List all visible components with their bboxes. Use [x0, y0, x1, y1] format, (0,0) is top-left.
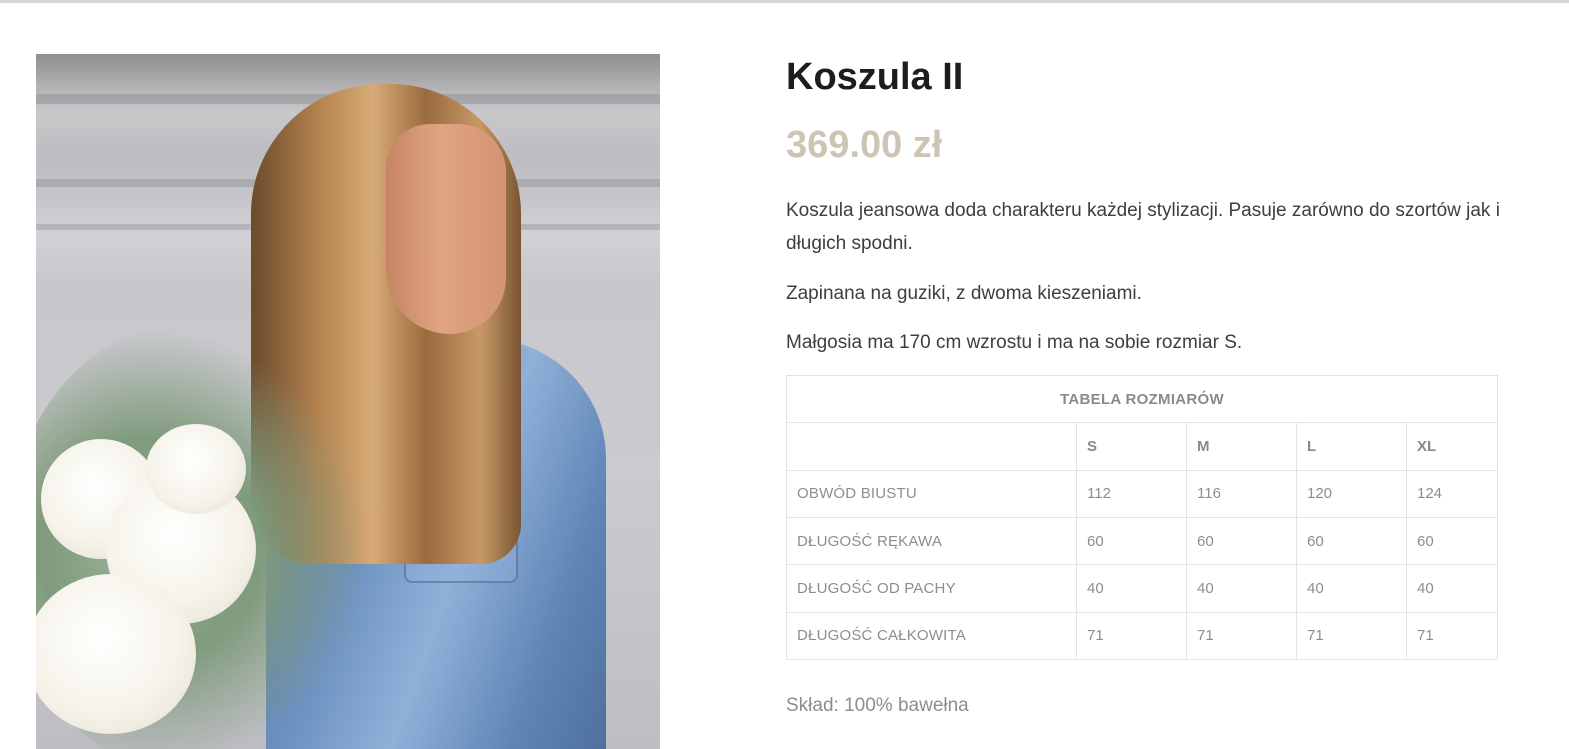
flower-shape [146, 424, 246, 514]
cell-value: 71 [1296, 611, 1407, 661]
row-label-sleeve: DŁUGOŚĆ RĘKAWA [786, 516, 1077, 566]
product-price: 369.00 zł [786, 124, 943, 166]
table-row: OBWÓD BIUSTU 112 116 120 124 [786, 469, 1499, 518]
cell-value: 116 [1186, 469, 1297, 518]
cell-value: 71 [1076, 611, 1187, 661]
size-header-m: M [1186, 422, 1297, 471]
top-divider [0, 0, 1569, 3]
face-shape [386, 124, 506, 334]
size-header-xl: XL [1405, 422, 1499, 471]
cell-value: 120 [1296, 469, 1407, 518]
product-description: Koszula jeansowa doda charakteru każdej … [786, 200, 1500, 254]
cell-value: 60 [1186, 516, 1297, 566]
size-header-empty [786, 422, 1077, 471]
row-label-total-length: DŁUGOŚĆ CAŁKOWITA [786, 611, 1077, 661]
product-title: Koszula II [786, 56, 964, 98]
row-label-bust: OBWÓD BIUSTU [786, 469, 1077, 518]
cell-value: 124 [1405, 469, 1499, 518]
size-table: TABELA ROZMIARÓW S M L XL OBWÓD BIUSTU 1… [785, 374, 1499, 661]
size-header-s: S [1076, 422, 1187, 471]
cell-value: 60 [1296, 516, 1407, 566]
cell-value: 40 [1405, 564, 1499, 613]
cell-value: 60 [1405, 516, 1499, 566]
table-row: DŁUGOŚĆ CAŁKOWITA 71 71 71 71 [786, 611, 1499, 661]
cell-value: 112 [1076, 469, 1187, 518]
cell-value: 40 [1296, 564, 1407, 613]
row-label-armpit: DŁUGOŚĆ OD PACHY [786, 564, 1077, 613]
table-row: DŁUGOŚĆ OD PACHY 40 40 40 40 [786, 564, 1499, 613]
cell-value: 71 [1405, 611, 1499, 661]
cell-value: 40 [1186, 564, 1297, 613]
cell-value: 40 [1076, 564, 1187, 613]
cell-value: 71 [1186, 611, 1297, 661]
product-closure-info: Zapinana na guziki, z dwoma kieszeniami. [786, 283, 1142, 304]
cell-value: 60 [1076, 516, 1187, 566]
model-size-info: Małgosia ma 170 cm wzrostu i ma na sobie… [786, 332, 1243, 353]
product-composition: Skład: 100% bawełna [786, 695, 969, 716]
size-header-row: S M L XL [786, 422, 1499, 471]
size-header-l: L [1296, 422, 1407, 471]
product-photo[interactable] [36, 54, 660, 749]
size-table-caption: TABELA ROZMIARÓW [785, 374, 1499, 424]
table-row: DŁUGOŚĆ RĘKAWA 60 60 60 60 [786, 516, 1499, 566]
